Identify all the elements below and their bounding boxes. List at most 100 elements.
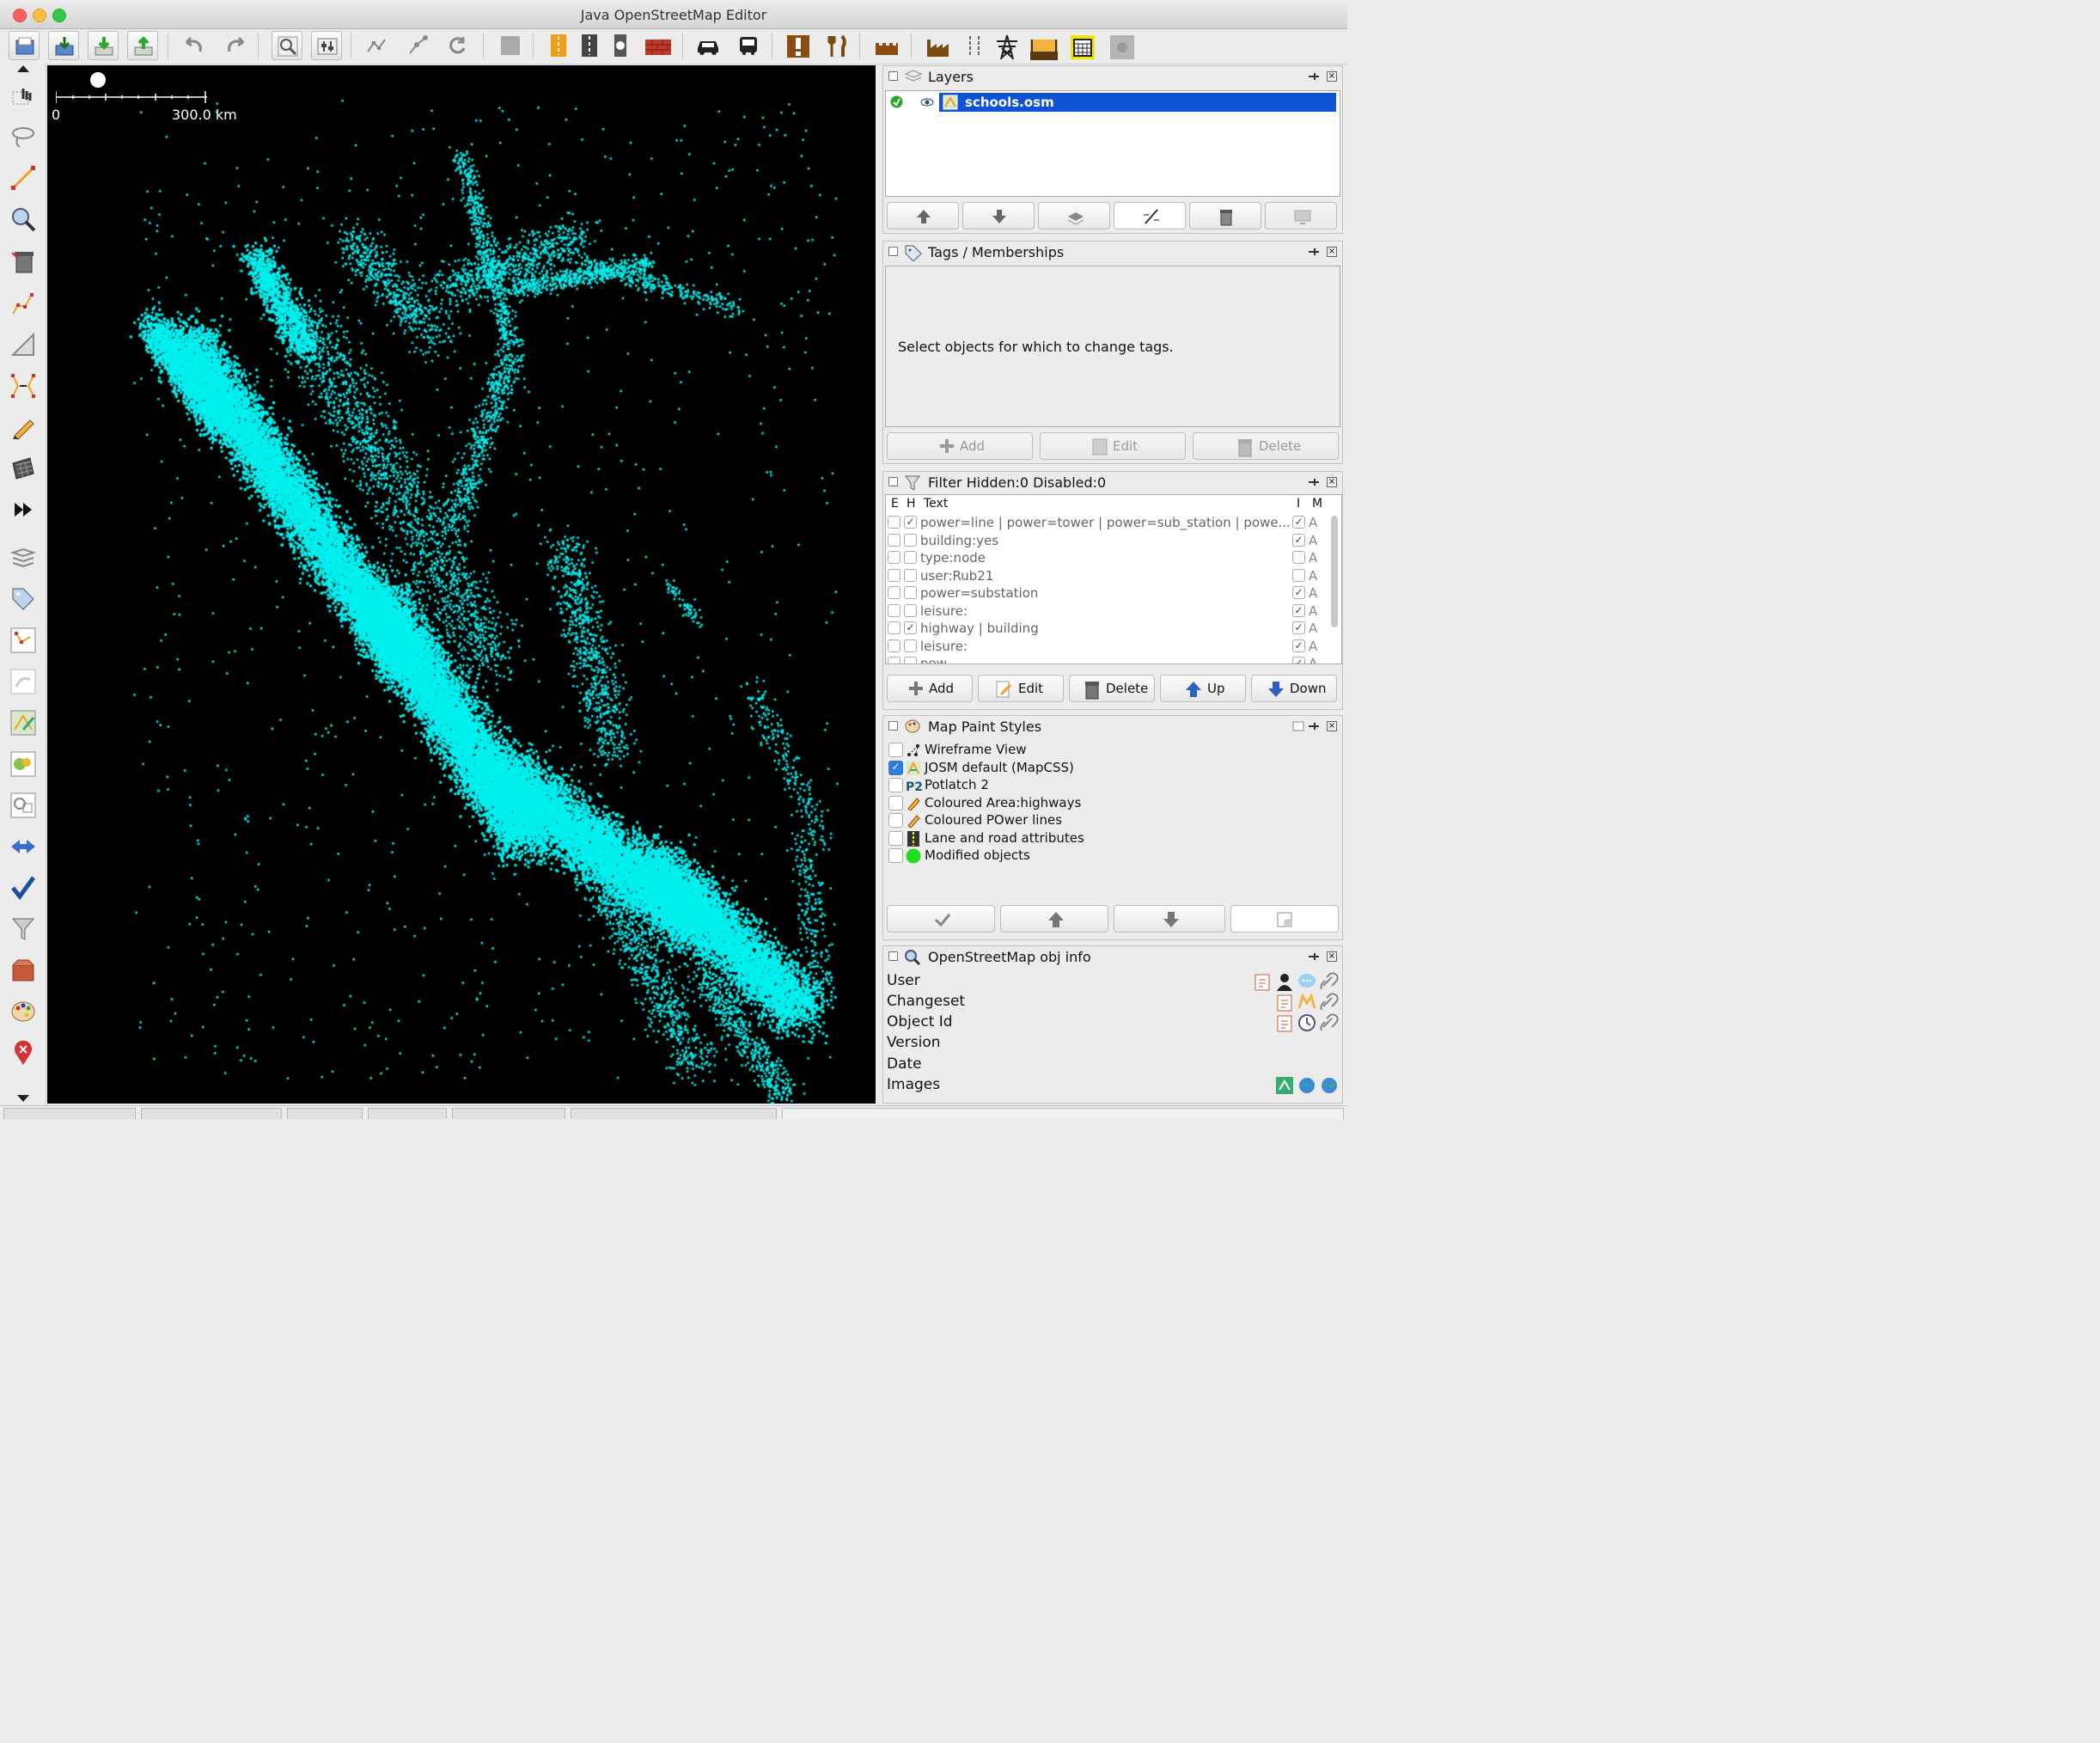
pin-icon[interactable] [1308,951,1320,962]
activate-style-button[interactable] [887,905,995,933]
history-toggle[interactable] [7,665,40,698]
preferences-icon[interactable] [1292,721,1304,731]
edit-tag-button[interactable]: Edit [1040,432,1186,460]
filter-scrollbar[interactable] [1331,516,1338,627]
hide-checkbox[interactable] [904,586,917,599]
enable-checkbox[interactable] [888,516,900,529]
clipboard-icon[interactable] [1253,972,1272,991]
collapse-icon[interactable] [888,477,898,486]
inverted-checkbox[interactable] [1292,551,1305,564]
clock-icon[interactable] [1297,1013,1316,1032]
message-icon[interactable] [1297,972,1316,991]
inverted-checkbox[interactable]: ✓ [1292,657,1305,664]
delete-filter-button[interactable]: Delete [1069,675,1155,702]
relations-toggle[interactable] [7,624,40,657]
enable-checkbox[interactable] [888,533,900,547]
changeset-toggle[interactable] [7,954,40,987]
presets-button[interactable] [495,31,526,60]
download-data-button[interactable] [48,31,79,60]
select-tool[interactable] [7,81,40,113]
filter-row[interactable]: ✓ power=line | power=tower | power=sub_st… [886,514,1329,531]
delete-tool[interactable] [7,246,40,278]
filter-row[interactable]: type:node A [886,549,1329,566]
add-filter-button[interactable]: Add [887,675,973,702]
misc-preset-button[interactable] [1105,31,1136,60]
castle-preset-button[interactable] [870,31,900,60]
globe-icon[interactable] [1297,1076,1316,1095]
enable-checkbox[interactable] [888,657,900,664]
delete-tag-button[interactable]: Delete [1193,432,1339,460]
imagery-toggle[interactable] [7,748,40,780]
inverted-checkbox[interactable]: ✓ [1292,533,1305,547]
clipboard-icon[interactable] [1275,1013,1294,1032]
zoom-tool[interactable] [7,203,40,235]
move-style-down-button[interactable] [1114,905,1225,933]
filter-row[interactable]: new ✓ A [886,655,1329,664]
layers-toggle[interactable] [7,541,40,574]
roundabout-preset-button[interactable] [605,31,636,60]
map-styles-toggle[interactable] [7,995,40,1028]
inverted-checkbox[interactable]: ✓ [1292,639,1305,652]
style-checkbox[interactable] [888,795,903,810]
road-preset-button[interactable] [574,31,605,60]
move-filter-down-button[interactable]: Down [1251,675,1337,702]
preferences-button[interactable] [311,31,342,60]
style-checkbox[interactable]: ✓ [888,760,903,775]
barrier-preset-button[interactable] [641,31,672,60]
scroll-up-arrow-icon[interactable] [17,65,29,72]
close-icon[interactable]: × [1327,247,1337,257]
warning-preset-button[interactable] [782,31,813,60]
filter-row[interactable]: user:Rub21 A [886,567,1329,584]
style-info-button[interactable] [1230,905,1339,933]
pin-icon[interactable] [1308,721,1320,731]
style-checkbox[interactable] [888,830,903,846]
hide-checkbox[interactable] [904,603,917,617]
calendar-preset-button[interactable] [1065,31,1096,60]
validation-toggle[interactable] [7,872,40,904]
enable-checkbox[interactable] [888,568,900,582]
improve-way-tool[interactable] [7,287,40,320]
filter-row[interactable]: leisure: ✓ A [886,638,1329,655]
enable-checkbox[interactable] [888,639,900,652]
filter-row[interactable]: ✓ highway | building ✓ A [886,620,1329,637]
minimap-toggle[interactable] [7,789,40,822]
conflicts-toggle[interactable] [7,830,40,863]
enable-checkbox[interactable] [888,551,900,564]
map-view[interactable]: 0 300.0 km [47,65,876,1104]
download-osm-button[interactable] [88,31,119,60]
validator-toggle[interactable] [7,706,40,739]
zoom-to-data-button[interactable] [272,31,302,60]
collapse-icon[interactable] [888,247,898,256]
move-up-button[interactable] [887,202,959,229]
car-preset-button[interactable] [691,31,722,60]
close-icon[interactable]: × [1327,477,1337,487]
scroll-down-arrow-icon[interactable] [17,1095,29,1102]
mapillary-icon[interactable] [1275,1076,1294,1095]
add-tag-button[interactable]: Add [887,432,1033,460]
close-icon[interactable]: × [1327,951,1337,962]
move-style-up-button[interactable] [1000,905,1108,933]
hide-checkbox[interactable] [904,657,917,664]
more-tools-button[interactable] [7,493,40,526]
style-checkbox[interactable] [888,848,903,863]
inverted-checkbox[interactable] [1292,568,1305,582]
collapse-icon[interactable] [888,951,898,961]
active-check-icon[interactable] [890,95,903,108]
parallel-way-tool[interactable] [7,328,40,361]
split-way-tool[interactable] [7,370,40,402]
undo-button[interactable] [179,31,210,60]
building-tool[interactable] [7,452,40,485]
delete-layer-button[interactable] [1189,202,1261,229]
tags-toggle[interactable] [7,583,40,615]
layer-row[interactable]: schools.osm [888,93,1338,112]
filter-row[interactable]: leisure: ✓ A [886,602,1329,620]
style-checkbox[interactable] [888,778,903,792]
power-tower-preset-button[interactable] [990,31,1021,60]
draw-mode-button[interactable] [402,31,433,60]
collapse-icon[interactable] [888,71,898,81]
hide-checkbox[interactable] [904,533,917,547]
inverted-checkbox[interactable]: ✓ [1292,621,1305,634]
redo-button[interactable] [220,31,251,60]
merge-layers-button[interactable] [1038,202,1110,229]
layer-info-button[interactable] [1265,202,1337,229]
